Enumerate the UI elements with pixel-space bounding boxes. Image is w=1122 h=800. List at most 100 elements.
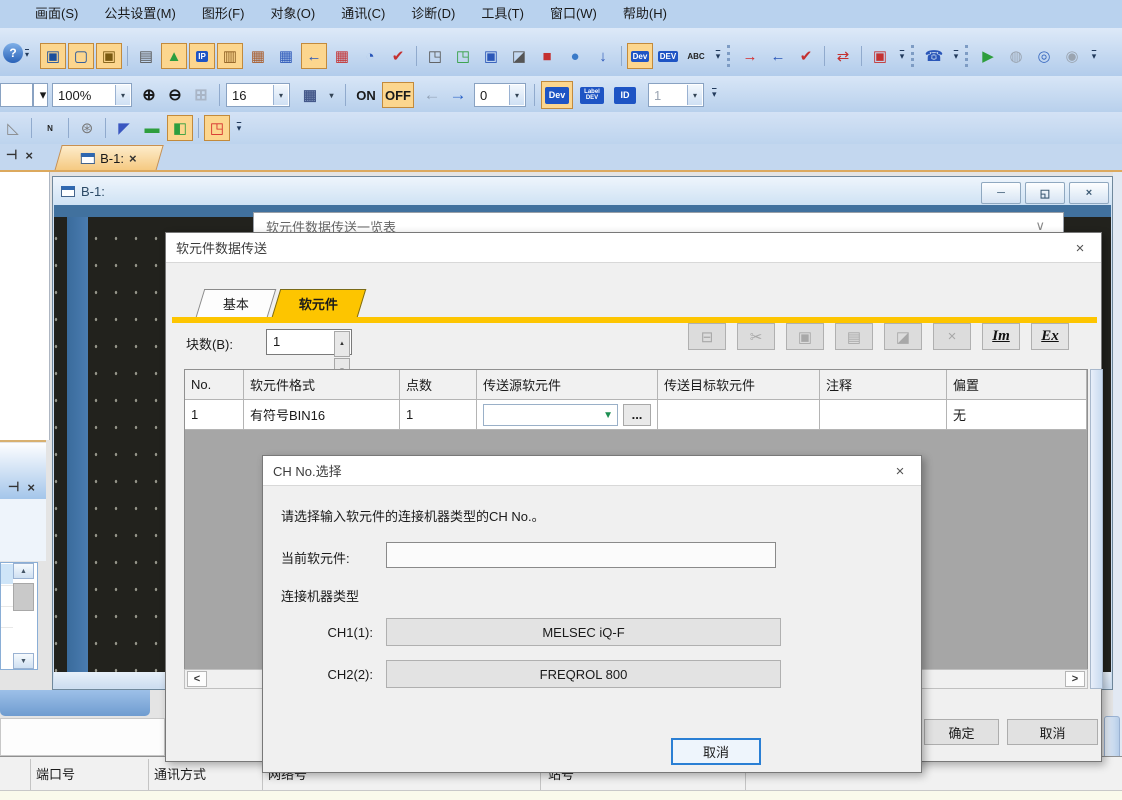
io-list-row[interactable] — [0, 790, 1122, 800]
system-save-icon[interactable]: ◪ — [506, 43, 532, 69]
toolbar-overflow-icon[interactable]: ▾ — [232, 115, 246, 141]
browse-button[interactable]: ... — [623, 404, 651, 426]
spin-up-icon[interactable]: ▲ — [334, 331, 350, 357]
tab-close-icon[interactable]: × — [129, 151, 137, 166]
new-window-screen-icon[interactable]: ▢ — [68, 43, 94, 69]
chevron-down-icon[interactable]: ▾ — [687, 85, 702, 105]
menu-diagnostics[interactable]: 诊断(D) — [398, 0, 468, 28]
scroll-left-icon[interactable]: < — [187, 671, 207, 687]
tab-b1[interactable]: B-1: × — [54, 145, 163, 171]
table-vertical-scrollbar[interactable] — [1090, 369, 1103, 689]
delete-icon[interactable]: × — [933, 323, 971, 350]
cut-icon[interactable]: ✂ — [737, 323, 775, 350]
chevron-down-icon[interactable]: ▾ — [115, 85, 130, 105]
dialog-title-bar[interactable]: 软元件数据传送 — [166, 233, 1101, 263]
screen-select-icon[interactable]: ▣ — [478, 43, 504, 69]
cancel-button[interactable]: 取消 — [671, 738, 761, 765]
scrollbar-thumb[interactable] — [13, 583, 34, 611]
dialog-title-bar[interactable]: CH No.选择 — [263, 456, 921, 486]
edge-icon[interactable]: ◺ — [0, 115, 26, 141]
zoom-fit-icon[interactable]: ⊞ — [188, 82, 214, 108]
toolbar-overflow-icon[interactable]: ▾ — [949, 43, 963, 69]
save-project-icon[interactable]: ■ — [534, 43, 560, 69]
screen-select-combo[interactable] — [0, 83, 33, 107]
list-item[interactable] — [1, 606, 13, 626]
globe-upload-icon[interactable]: ● — [562, 43, 588, 69]
table-cell-target[interactable] — [658, 400, 820, 430]
zoom-level-combo[interactable]: 100%▾ — [52, 83, 132, 107]
export-doc-icon[interactable]: ↓ — [590, 43, 616, 69]
menu-figure[interactable]: 图形(F) — [189, 0, 258, 28]
parts-icon[interactable]: ▦ — [245, 43, 271, 69]
device-on-button[interactable]: ON — [352, 82, 380, 108]
toolbar-overflow-icon[interactable]: ▾ — [895, 43, 909, 69]
list-item[interactable] — [1, 585, 13, 605]
close-icon[interactable]: × — [891, 462, 909, 480]
list-item[interactable] — [1, 627, 13, 647]
channel-combo[interactable]: 1▾ — [648, 83, 704, 107]
menu-communication[interactable]: 通讯(C) — [328, 0, 398, 28]
select-object-icon[interactable]: ▬ — [139, 115, 165, 141]
screen-select-dropdown-icon[interactable]: ▾ — [33, 83, 48, 107]
data-verify-icon[interactable]: ✔ — [385, 43, 411, 69]
select-arrow-icon[interactable]: ◤ — [111, 115, 137, 141]
ch1-select-button[interactable]: MELSEC iQ-F — [386, 618, 781, 646]
window-display-icon[interactable]: ◳ — [450, 43, 476, 69]
vertex-edit-icon[interactable]: N — [37, 115, 63, 141]
device-comment-icon[interactable]: Dev — [627, 43, 653, 69]
minimize-button[interactable]: ─ — [981, 182, 1021, 204]
combo-arrow-icon[interactable]: ▼ — [603, 410, 613, 421]
label-device-button[interactable]: Label DEV — [576, 81, 608, 109]
erase-icon[interactable]: ◪ — [884, 323, 922, 350]
read-from-got-icon[interactable]: ← — [765, 43, 791, 69]
table-cell-source[interactable]: ▼ ... — [477, 400, 658, 430]
data-browser-icon[interactable]: ▦ — [273, 43, 299, 69]
grid-size-combo[interactable]: 16▾ — [226, 83, 290, 107]
grid-dropdown-icon[interactable]: ▾ — [324, 82, 339, 108]
simulator-update-icon[interactable]: ◍ — [1003, 43, 1029, 69]
table-cell-points[interactable]: 1 — [400, 400, 477, 430]
block-count-stepper[interactable]: 1 ▲ ▼ — [266, 329, 352, 355]
chevron-down-icon[interactable]: ▾ — [509, 85, 524, 105]
menu-screen[interactable]: 画面(S) — [22, 0, 91, 28]
help-icon[interactable]: ? — [3, 43, 23, 63]
device-off-button[interactable]: OFF — [382, 82, 414, 108]
chevron-down-icon[interactable]: ▾ — [273, 85, 288, 105]
screen-properties-icon[interactable]: ▣ — [96, 43, 122, 69]
table-cell-format[interactable]: 有符号BIN16 — [244, 400, 400, 430]
capture-window-icon[interactable]: ◳ — [204, 115, 230, 141]
toolbar-overflow-icon[interactable]: ▾ — [25, 50, 29, 59]
tab-device[interactable]: 软元件 — [272, 289, 367, 317]
close-button[interactable]: × — [1069, 182, 1109, 204]
table-cell-comment[interactable] — [820, 400, 947, 430]
restore-button[interactable]: ◱ — [1025, 182, 1065, 204]
close-icon[interactable]: × — [1071, 239, 1089, 257]
close-icon[interactable]: × — [27, 480, 35, 495]
object-info-icon[interactable]: ▲ — [161, 43, 187, 69]
menu-tools[interactable]: 工具(T) — [468, 0, 537, 28]
source-device-combo[interactable]: ▼ — [483, 404, 618, 426]
scroll-right-icon[interactable]: > — [1065, 671, 1085, 687]
tab-basic[interactable]: 基本 — [196, 289, 277, 317]
write-to-got-icon[interactable]: → — [737, 43, 763, 69]
select-all-icon[interactable]: ◧ — [167, 115, 193, 141]
toolbar-overflow-icon[interactable]: ▾ — [1087, 43, 1101, 69]
cancel-button[interactable]: 取消 — [1007, 719, 1098, 745]
menu-object[interactable]: 对象(O) — [257, 0, 328, 28]
menu-common-settings[interactable]: 公共设置(M) — [91, 0, 189, 28]
new-base-screen-icon[interactable]: ▣ — [40, 43, 66, 69]
state-number-combo[interactable]: 0▾ — [474, 83, 526, 107]
simulator-watch-icon[interactable]: ◎ — [1031, 43, 1057, 69]
window-title-bar[interactable]: B-1: — [53, 177, 1112, 205]
export-icon[interactable]: Ex — [1031, 323, 1069, 350]
screen-list[interactable]: ▲ ▼ — [0, 562, 38, 670]
close-icon[interactable]: × — [25, 148, 33, 163]
zoom-out-icon[interactable]: ⊖ — [162, 82, 188, 108]
pin-icon[interactable]: ⊣ — [8, 479, 19, 495]
data-check-icon[interactable]: ▦ — [329, 43, 355, 69]
peripheral-setup-icon[interactable]: ☎ — [921, 43, 947, 69]
current-device-field[interactable] — [386, 542, 776, 568]
device-list-icon[interactable]: DEV — [655, 43, 681, 69]
menu-window[interactable]: 窗口(W) — [537, 0, 610, 28]
paste-icon[interactable]: ▤ — [835, 323, 873, 350]
